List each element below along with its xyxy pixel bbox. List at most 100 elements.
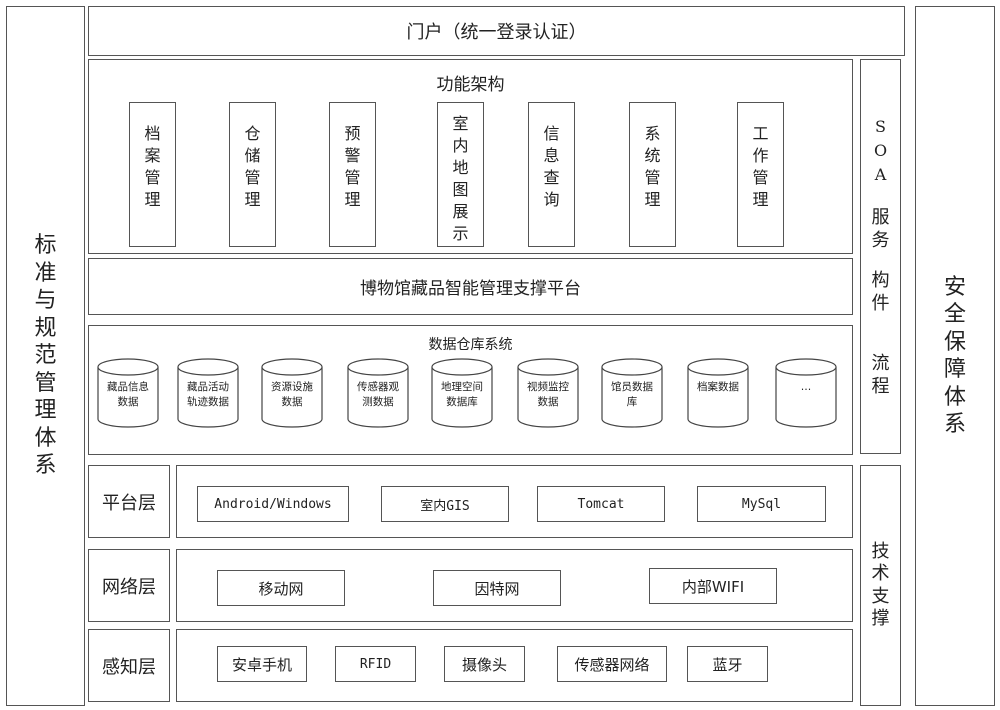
- database-label: 藏品活动 轨迹数据: [177, 380, 239, 410]
- function-item: 信 息 查 询: [528, 102, 575, 247]
- database-label: 馆员数据库: [601, 380, 663, 410]
- layer-label-text: 感知层: [102, 656, 156, 678]
- function-char: 示: [452, 224, 469, 243]
- database-cylinder: 档案数据: [687, 358, 749, 428]
- standards-char: 与: [34, 288, 57, 314]
- function-char: 档: [144, 124, 161, 143]
- soa-group: S O A: [874, 115, 887, 187]
- tech-support-char: 技: [871, 540, 890, 562]
- database-label-line: 档案数据: [697, 381, 739, 393]
- function-architecture: 功能架构 档 案 管 理 仓 储 管 理 预 警 管 理 室 内 地 图 展 示…: [88, 59, 853, 254]
- function-char: 理: [144, 190, 161, 209]
- layer-item: 摄像头: [444, 646, 525, 682]
- database-cylinder: 资源设施 数据: [261, 358, 323, 428]
- layer-item-label: RFID: [359, 656, 392, 672]
- function-char: 仓: [244, 124, 261, 143]
- security-char: 保: [943, 329, 966, 355]
- soa-char: 务: [871, 229, 890, 251]
- layer-item: 安卓手机: [217, 646, 307, 682]
- database-label-line: 藏品活动: [187, 381, 229, 393]
- layer-item-label: 内部WIFI: [681, 577, 745, 596]
- layer-item: 蓝牙: [687, 646, 768, 682]
- database-cylinder: 藏品活动 轨迹数据: [177, 358, 239, 428]
- database-label-line: 数据: [537, 396, 559, 408]
- database-label: 档案数据: [687, 380, 749, 395]
- database-label: 资源设施 数据: [261, 380, 323, 410]
- function-char: 信: [543, 124, 560, 143]
- soa-char: A: [874, 165, 887, 184]
- standards-char: 范: [34, 343, 57, 369]
- function-char: 展: [452, 202, 469, 221]
- layer-item-label: 室内GIS: [420, 498, 470, 514]
- database-label-line: 测数据: [362, 396, 394, 408]
- database-label: 传感器观 测数据: [347, 380, 409, 410]
- database-label-line: 轨迹数据: [187, 396, 229, 408]
- layer-item: Android/Windows: [197, 486, 349, 522]
- function-char: 作: [752, 146, 769, 165]
- platform-layer-label: 平台层: [88, 465, 170, 538]
- standards-char: 管: [34, 370, 57, 396]
- portal-label: 门户（统一登录认证）: [406, 22, 587, 43]
- soa-column: S O A 服 务 构 件 流 程: [860, 59, 901, 454]
- layer-item-label: 摄像头: [461, 655, 507, 674]
- security-char: 全: [943, 302, 966, 327]
- layer-item: 移动网: [217, 570, 345, 606]
- database-label: 藏品信息 数据: [97, 380, 159, 410]
- soa-char: S: [875, 117, 886, 136]
- database-label-line: 数据库: [446, 396, 478, 408]
- function-char: 管: [344, 168, 361, 187]
- perception-layer: 安卓手机 RFID 摄像头 传感器网络 蓝牙: [176, 629, 853, 702]
- function-char: 工: [752, 124, 769, 143]
- soa-group: 服 务: [872, 207, 890, 252]
- standards-char: 体: [34, 425, 57, 451]
- database-label-line: 资源设施: [271, 381, 313, 393]
- function-char: 管: [144, 168, 161, 187]
- function-item: 工 作 管 理: [737, 102, 784, 247]
- function-char: 地: [452, 158, 469, 177]
- layer-item: MySql: [697, 486, 826, 522]
- database-cylinder: 传感器观 测数据: [347, 358, 409, 428]
- database-cylinder: 地理空间 数据库: [431, 358, 493, 428]
- standards-char: 理: [34, 398, 57, 424]
- layer-item-label: 移动网: [258, 579, 304, 598]
- database-label: 视频监控 数据: [517, 380, 579, 410]
- database-cylinder: …: [775, 358, 837, 428]
- function-char: 管: [752, 168, 769, 187]
- function-char: 理: [644, 190, 661, 209]
- soa-char: 构: [871, 270, 890, 291]
- support-platform: 博物馆藏品智能管理支撑平台: [88, 258, 853, 315]
- database-label-line: 地理空间: [441, 381, 483, 393]
- database-label-line: 数据: [281, 396, 303, 408]
- soa-char: 程: [871, 375, 890, 397]
- function-char: 理: [244, 190, 261, 209]
- function-char: 系: [644, 124, 661, 143]
- tech-support-column: 技 术 支 撑: [860, 465, 901, 706]
- function-item: 系 统 管 理: [629, 102, 676, 247]
- function-char: 储: [244, 146, 261, 165]
- database-label: …: [775, 380, 837, 395]
- security-char: 系: [943, 412, 966, 437]
- database-label-line: 库: [626, 396, 638, 408]
- function-char: 室: [452, 114, 469, 133]
- database-cylinder: 藏品信息 数据: [97, 358, 159, 428]
- database-label-line: …: [800, 381, 812, 393]
- tech-support-char: 撑: [871, 608, 890, 629]
- function-char: 管: [644, 168, 661, 187]
- function-char: 警: [344, 146, 361, 165]
- network-layer: 移动网 因特网 内部WIFI: [176, 549, 853, 622]
- support-platform-label: 博物馆藏品智能管理支撑平台: [360, 279, 581, 299]
- database-cylinder: 视频监控 数据: [517, 358, 579, 428]
- function-item: 档 案 管 理: [129, 102, 176, 247]
- tech-support-char: 术: [871, 563, 890, 584]
- database-label-line: 藏品信息: [107, 381, 149, 393]
- security-panel: 安 全 保 障 体 系: [915, 6, 995, 706]
- database-cylinder: 馆员数据库: [601, 358, 663, 428]
- layer-item: 内部WIFI: [649, 568, 777, 604]
- function-char: 理: [344, 190, 361, 209]
- layer-item: Tomcat: [537, 486, 665, 522]
- function-char: 内: [452, 136, 469, 155]
- standards-panel: 标 准 与 规 范 管 理 体 系: [6, 6, 85, 706]
- security-char: 障: [943, 357, 966, 382]
- layer-item-label: Android/Windows: [214, 496, 332, 512]
- standards-char: 准: [34, 260, 57, 286]
